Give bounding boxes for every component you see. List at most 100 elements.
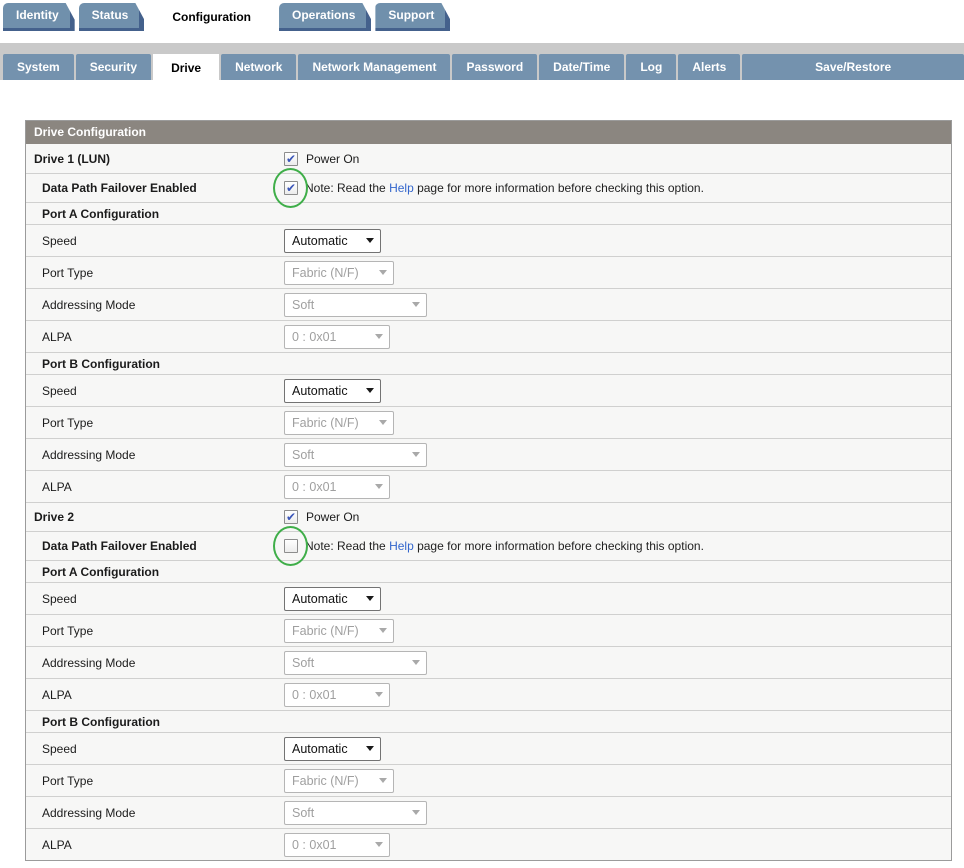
table-row-drive2: Drive 2 ✔ Power On	[26, 502, 951, 531]
tab-security[interactable]: Security	[76, 54, 151, 80]
row-label: Port Type	[26, 266, 284, 280]
chevron-down-icon	[366, 238, 374, 243]
primary-tab-bar: Identity Status Configuration Operations…	[0, 0, 964, 43]
power-on-checkbox[interactable]: ✔	[284, 152, 298, 166]
table-row-speed: Speed Automatic	[26, 732, 951, 764]
tab-log[interactable]: Log	[626, 54, 676, 80]
chevron-down-icon	[375, 692, 383, 697]
addressing-mode-select: Soft	[284, 443, 427, 467]
table-row-addressing-mode: Addressing Mode Soft	[26, 796, 951, 828]
section-row-port-a: Port A Configuration	[26, 560, 951, 582]
table-row-failover: Data Path Failover Enabled Note: Read th…	[26, 531, 951, 560]
failover-checkbox[interactable]: ✔	[284, 181, 298, 195]
table-row-port-type: Port Type Fabric (N/F)	[26, 764, 951, 796]
speed-select[interactable]: Automatic	[284, 587, 381, 611]
tab-operations[interactable]: Operations	[279, 3, 371, 31]
tab-status[interactable]: Status	[79, 3, 145, 31]
row-label: Speed	[26, 384, 284, 398]
alpa-select: 0 : 0x01	[284, 683, 390, 707]
tab-network[interactable]: Network	[221, 54, 296, 80]
chevron-down-icon	[412, 660, 420, 665]
table-row-alpa: ALPA 0 : 0x01	[26, 470, 951, 502]
chevron-down-icon	[379, 420, 387, 425]
tab-support[interactable]: Support	[375, 3, 450, 31]
table-row-alpa: ALPA 0 : 0x01	[26, 828, 951, 860]
port-type-select: Fabric (N/F)	[284, 619, 394, 643]
tab-system[interactable]: System	[3, 54, 74, 80]
table-row-speed: Speed Automatic	[26, 374, 951, 406]
failover-checkbox[interactable]	[284, 539, 298, 553]
chevron-down-icon	[412, 302, 420, 307]
chevron-down-icon	[379, 628, 387, 633]
row-label: Addressing Mode	[26, 656, 284, 670]
row-label: Addressing Mode	[26, 448, 284, 462]
row-label: Speed	[26, 234, 284, 248]
note-text: Note: Read the Help page for more inform…	[305, 181, 704, 195]
row-label: Drive 1 (LUN)	[26, 152, 284, 166]
addressing-mode-select: Soft	[284, 801, 427, 825]
chevron-down-icon	[366, 746, 374, 751]
table-row-addressing-mode: Addressing Mode Soft	[26, 646, 951, 678]
note-text: Note: Read the Help page for more inform…	[305, 539, 704, 553]
secondary-tab-bar: System Security Drive Network Network Ma…	[0, 43, 964, 80]
row-label: ALPA	[26, 330, 284, 344]
table-header: Drive Configuration	[26, 121, 951, 144]
tab-network-management[interactable]: Network Management	[298, 54, 450, 80]
row-label: Port Type	[26, 774, 284, 788]
tab-password[interactable]: Password	[452, 54, 537, 80]
checkbox-label: Power On	[306, 152, 359, 166]
row-label: Data Path Failover Enabled	[26, 181, 284, 195]
checkbox-label: Power On	[306, 510, 359, 524]
row-label: ALPA	[26, 688, 284, 702]
row-label: ALPA	[26, 480, 284, 494]
port-type-select: Fabric (N/F)	[284, 769, 394, 793]
row-label: Port Type	[26, 624, 284, 638]
tab-save-restore[interactable]: Save/Restore	[742, 54, 964, 80]
table-row-addressing-mode: Addressing Mode Soft	[26, 288, 951, 320]
alpa-select: 0 : 0x01	[284, 833, 390, 857]
speed-select[interactable]: Automatic	[284, 737, 381, 761]
chevron-down-icon	[375, 842, 383, 847]
port-type-select: Fabric (N/F)	[284, 411, 394, 435]
chevron-down-icon	[375, 334, 383, 339]
chevron-down-icon	[412, 452, 420, 457]
section-label: Port A Configuration	[26, 565, 284, 579]
row-label: Port Type	[26, 416, 284, 430]
table-row-speed: Speed Automatic	[26, 582, 951, 614]
chevron-down-icon	[366, 388, 374, 393]
tab-date-time[interactable]: Date/Time	[539, 54, 624, 80]
row-label: Data Path Failover Enabled	[26, 539, 284, 553]
section-label: Port B Configuration	[26, 357, 284, 371]
section-row-port-b: Port B Configuration	[26, 710, 951, 732]
table-row-port-type: Port Type Fabric (N/F)	[26, 256, 951, 288]
section-label: Port A Configuration	[26, 207, 284, 221]
addressing-mode-select: Soft	[284, 293, 427, 317]
tab-configuration[interactable]: Configuration	[148, 3, 275, 43]
table-row-port-type: Port Type Fabric (N/F)	[26, 406, 951, 438]
tab-drive[interactable]: Drive	[153, 54, 219, 85]
help-link[interactable]: Help	[389, 181, 414, 195]
power-on-checkbox[interactable]: ✔	[284, 510, 298, 524]
table-row-failover: Data Path Failover Enabled ✔ Note: Read …	[26, 173, 951, 202]
row-label: Addressing Mode	[26, 298, 284, 312]
port-type-select: Fabric (N/F)	[284, 261, 394, 285]
table-row-drive1: Drive 1 (LUN) ✔ Power On	[26, 144, 951, 173]
speed-select[interactable]: Automatic	[284, 379, 381, 403]
chevron-down-icon	[412, 810, 420, 815]
drive-configuration-table: Drive Configuration Drive 1 (LUN) ✔ Powe…	[25, 120, 952, 861]
section-label: Port B Configuration	[26, 715, 284, 729]
help-link[interactable]: Help	[389, 539, 414, 553]
chevron-down-icon	[379, 270, 387, 275]
table-row-addressing-mode: Addressing Mode Soft	[26, 438, 951, 470]
tab-identity[interactable]: Identity	[3, 3, 75, 31]
row-label: Drive 2	[26, 510, 284, 524]
table-row-alpa: ALPA 0 : 0x01	[26, 678, 951, 710]
chevron-down-icon	[366, 596, 374, 601]
section-row-port-b: Port B Configuration	[26, 352, 951, 374]
chevron-down-icon	[375, 484, 383, 489]
speed-select[interactable]: Automatic	[284, 229, 381, 253]
row-label: Addressing Mode	[26, 806, 284, 820]
tab-alerts[interactable]: Alerts	[678, 54, 740, 80]
addressing-mode-select: Soft	[284, 651, 427, 675]
row-label: ALPA	[26, 838, 284, 852]
